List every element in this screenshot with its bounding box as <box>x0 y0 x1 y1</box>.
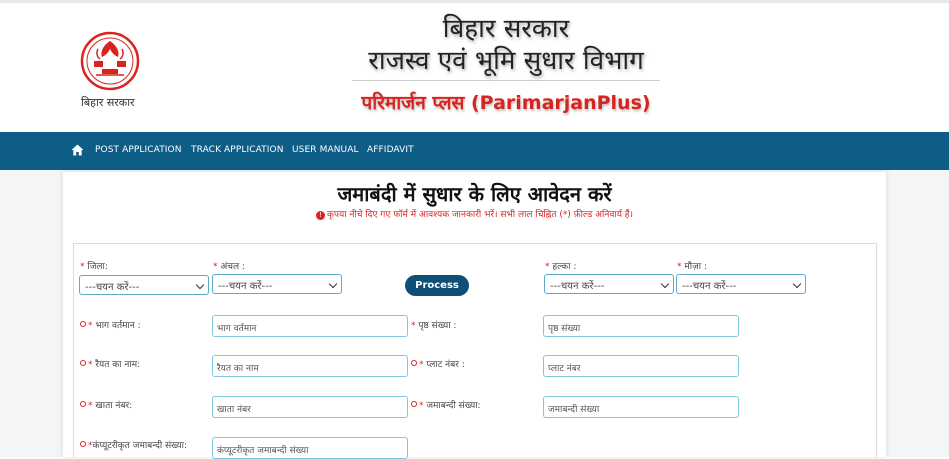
chevron-down-icon <box>792 279 802 289</box>
radio-option[interactable] <box>80 321 86 327</box>
radio-option[interactable] <box>80 360 86 366</box>
circle-label: * अंचल : <box>213 262 245 272</box>
prishth-label: * पृष्ठ संख्या : <box>411 321 457 331</box>
form-instructions-text: कृपया नीचे दिए गए फॉर्म में आवश्यक जानका… <box>327 210 633 220</box>
jamabandi-label: * जमाबन्दी संख्या: <box>411 398 481 411</box>
chevron-down-icon <box>328 279 338 289</box>
info-icon: ! <box>316 211 326 220</box>
radio-option[interactable] <box>80 441 86 447</box>
nav-affidavit[interactable]: AFFIDAVIT <box>367 145 414 155</box>
site-header: बिहार सरकार बिहार सरकार राजस्व एवं भूमि … <box>0 3 949 132</box>
circle-select[interactable]: ---चयन करें--- <box>212 274 342 294</box>
home-icon[interactable] <box>71 144 84 156</box>
mauza-select[interactable]: ---चयन करें--- <box>676 274 806 294</box>
nav-user-manual[interactable]: USER MANUAL <box>292 145 359 155</box>
title-divider <box>352 80 660 81</box>
district-select[interactable]: ---चयन करें--- <box>79 275 209 295</box>
header-title-department: राजस्व एवं भूमि सुधार विभाग <box>368 46 644 76</box>
district-label: * जिला: <box>80 262 108 272</box>
khata-input[interactable]: खाता नंबर <box>212 396 408 418</box>
prishth-input[interactable]: पृष्ठ संख्या <box>543 315 739 337</box>
khata-label: * खाता नंबर: <box>80 398 132 411</box>
form-instructions: ! कृपया नीचे दिए गए फॉर्म में आवश्यक जानक… <box>63 207 886 220</box>
computerized-label: *कंप्यूटरीकृत जमाबन्दी संख्या: <box>80 438 187 451</box>
raiyat-input[interactable]: रैयत का नाम <box>212 355 408 377</box>
header-title-govt: बिहार सरकार <box>442 14 570 44</box>
plot-input[interactable]: प्लाट नंबर <box>543 355 739 377</box>
header-portal-name: परिमार्जन प्लस (ParimarjanPlus) <box>361 92 651 114</box>
halka-label: * हल्का : <box>545 262 577 272</box>
plot-label: * प्लाट नंबर : <box>411 357 465 370</box>
bhag-input[interactable]: भाग वर्तमान <box>212 315 408 337</box>
radio-option[interactable] <box>411 360 417 366</box>
nav-track-application[interactable]: TRACK APPLICATION <box>191 145 284 155</box>
main-navbar: POST APPLICATION TRACK APPLICATION USER … <box>0 132 949 170</box>
bhag-label: * भाग वर्तमान : <box>80 318 141 331</box>
chevron-down-icon <box>660 279 670 289</box>
process-button[interactable]: Process <box>405 275 469 296</box>
form-title: जमाबंदी में सुधार के लिए आवेदन करें <box>337 182 612 206</box>
radio-option[interactable] <box>80 401 86 407</box>
mauza-label: * मौज़ा : <box>677 262 707 272</box>
chevron-down-icon <box>195 280 205 290</box>
raiyat-label: * रैयत का नाम: <box>80 357 140 370</box>
jamabandi-input[interactable]: जमाबन्दी संख्या <box>543 396 739 418</box>
radio-option[interactable] <box>411 401 417 407</box>
halka-select[interactable]: ---चयन करें--- <box>544 274 674 294</box>
nav-post-application[interactable]: POST APPLICATION <box>95 145 182 155</box>
computerized-input[interactable]: कंप्यूटरीकृत जमाबन्दी संख्या <box>212 437 408 459</box>
